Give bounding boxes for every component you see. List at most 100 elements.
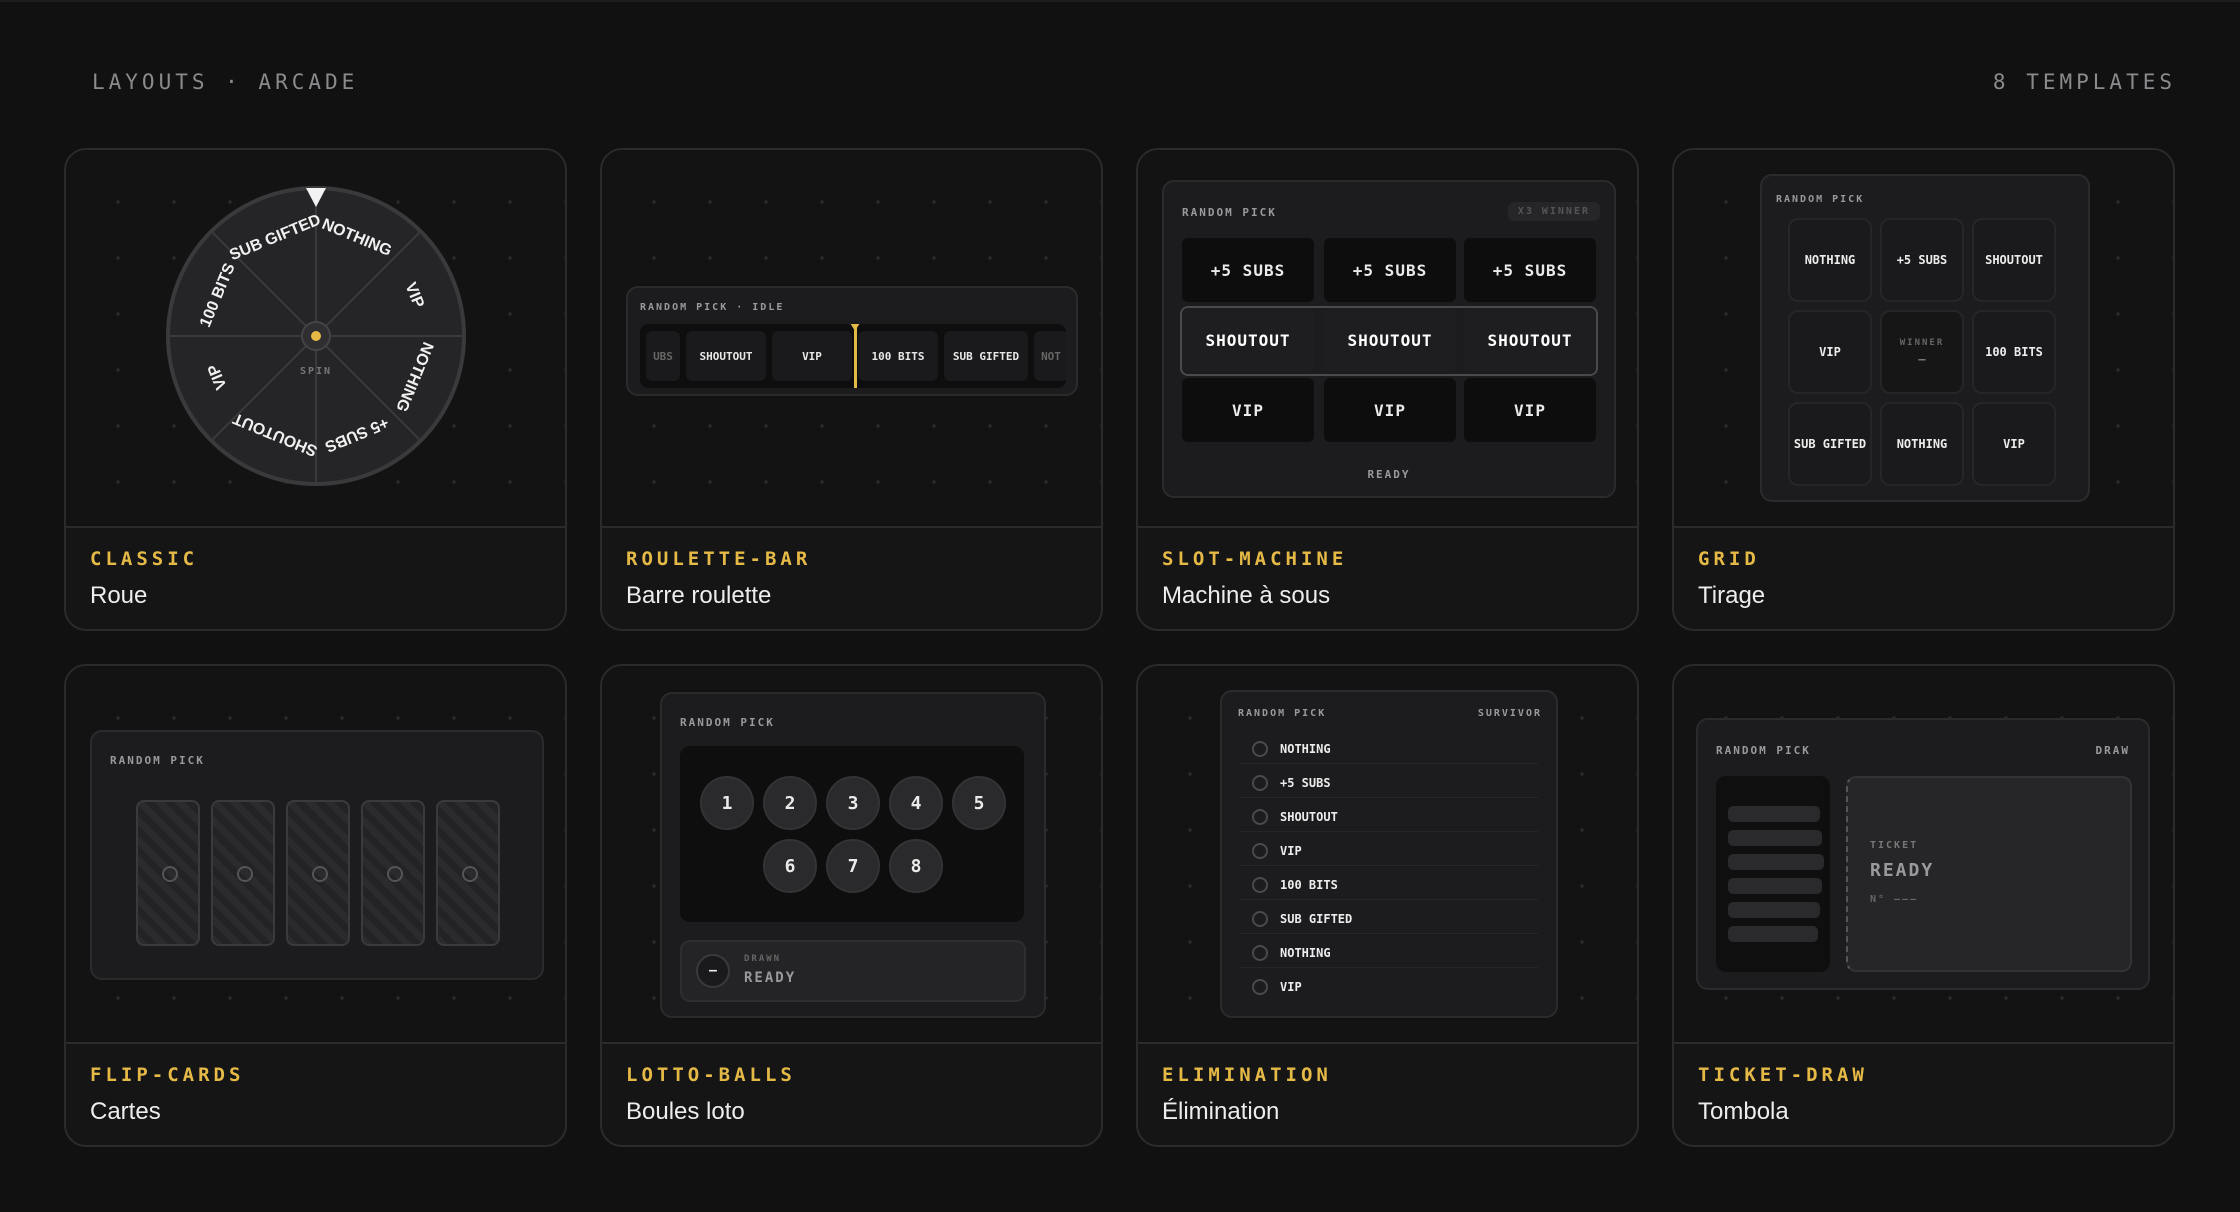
wheel-svg: NOTHINGVIPNOTHING+5 SUBSSHOUTOUTVIP100 B…	[166, 186, 466, 486]
elimination-row: NOTHING	[1240, 734, 1538, 764]
elimination-row: SUB GIFTED	[1240, 904, 1538, 934]
circle-icon	[1252, 979, 1268, 995]
elimination-label: RANDOM PICK	[1238, 708, 1327, 719]
elimination-item: VIP	[1280, 843, 1302, 858]
drawn-label: DRAWN	[744, 954, 782, 964]
circle-icon	[312, 866, 328, 882]
elimination-row: SHOUTOUT	[1240, 802, 1538, 832]
grid-cell: +5 SUBS	[1880, 218, 1964, 302]
elimination-item: VIP	[1280, 980, 1302, 994]
ticket-panel: RANDOM PICK DRAW TICKET READY N° ———	[1696, 718, 2150, 990]
ticket-stub	[1728, 806, 1820, 822]
elimination-panel: RANDOM PICK SURVIVOR NOTHING +5 SUBS SHO…	[1220, 690, 1558, 1018]
ticket-label: RANDOM PICK	[1716, 744, 1811, 757]
grid-cell: SHOUTOUT	[1972, 218, 2056, 302]
circle-icon	[1252, 842, 1268, 859]
template-card-lotto-balls[interactable]: RANDOM PICK 1 2 3 4 5 6 7 8 – DRAWN READ…	[600, 664, 1103, 1147]
grid-cell: 100 BITS	[1972, 310, 2056, 394]
roulette-marker	[854, 324, 857, 388]
template-card-classic[interactable]: NOTHING VIP NOTHING +5 SUBS SHOUTOUT VIP 100 B…	[64, 148, 567, 631]
card-tag: SLOT-MACHINE	[1162, 548, 1348, 570]
circle-icon	[1252, 740, 1268, 757]
slot-cell: SHOUTOUT	[1324, 308, 1456, 372]
lotto-ball: 3	[826, 776, 880, 830]
preview-flip: RANDOM PICK	[66, 666, 565, 1044]
roulette-panel: RANDOM PICK · IDLE UBS SHOUTOUT VIP 100 …	[626, 286, 1078, 396]
preview-roulette: RANDOM PICK · IDLE UBS SHOUTOUT VIP 100 …	[602, 150, 1101, 528]
slot-panel: RANDOM PICK X3 WINNER +5 SUBS +5 SUBS +5…	[1162, 180, 1616, 498]
elimination-item: SUB GIFTED	[1280, 911, 1353, 926]
card-tag: TICKET-DRAW	[1698, 1064, 1868, 1086]
card-tag: GRID	[1698, 548, 1760, 570]
card-tag: ROULETTE-BAR	[626, 548, 812, 570]
template-card-elimination[interactable]: RANDOM PICK SURVIVOR NOTHING +5 SUBS SHO…	[1136, 664, 1639, 1147]
grid-cell: VIP	[1788, 310, 1872, 394]
circle-icon	[387, 866, 403, 882]
circle-icon	[1252, 876, 1268, 893]
ticket-number: N° ———	[1870, 894, 1919, 905]
slot-cell: VIP	[1324, 378, 1456, 442]
circle-icon	[1252, 808, 1268, 825]
card-tag: CLASSIC	[90, 548, 199, 570]
slot-cell: +5 SUBS	[1324, 238, 1456, 302]
grid-winner-value: —	[1918, 352, 1926, 366]
elimination-item: NOTHING	[1280, 945, 1331, 960]
lotto-ball: 1	[700, 776, 754, 830]
drawn-ball-icon: –	[696, 954, 730, 988]
slot-cell: VIP	[1182, 378, 1314, 442]
template-card-flip-cards[interactable]: RANDOM PICK FLIP-CARDS Cartes	[64, 664, 567, 1147]
grid-cell: NOTHING	[1788, 218, 1872, 302]
elimination-row: VIP	[1240, 836, 1538, 866]
ticket-title: TICKET	[1870, 840, 1919, 851]
template-card-ticket-draw[interactable]: RANDOM PICK DRAW TICKET READY N° ——— TIC…	[1672, 664, 2175, 1147]
grid-cell: NOTHING	[1880, 402, 1964, 486]
lotto-ball: 5	[952, 776, 1006, 830]
slot-status: READY	[1367, 468, 1411, 481]
ticket-stub	[1728, 854, 1824, 870]
card-title: Machine à sous	[1162, 582, 1331, 609]
card-title: Barre roulette	[626, 582, 772, 609]
roulette-marker-icon	[850, 324, 860, 331]
roulette-item: VIP	[772, 331, 852, 381]
lotto-label: RANDOM PICK	[680, 716, 775, 729]
circle-icon	[1252, 910, 1268, 927]
slot-cell: SHOUTOUT	[1464, 308, 1596, 372]
elimination-item: +5 SUBS	[1280, 775, 1331, 790]
card-tag: FLIP-CARDS	[90, 1064, 245, 1086]
grid-cell: SUB GIFTED	[1788, 402, 1872, 486]
ticket-stub	[1728, 926, 1818, 942]
template-card-grid[interactable]: RANDOM PICK NOTHING +5 SUBS SHOUTOUT VIP…	[1672, 148, 2175, 631]
card-title: Tombola	[1698, 1098, 1789, 1125]
roulette-item: 100 BITS	[858, 331, 938, 381]
wheel-center-label: SPIN	[300, 366, 332, 377]
flip-label: RANDOM PICK	[110, 754, 205, 767]
flip-card	[361, 800, 425, 946]
preview-grid: RANDOM PICK NOTHING +5 SUBS SHOUTOUT VIP…	[1674, 150, 2173, 528]
template-card-roulette-bar[interactable]: RANDOM PICK · IDLE UBS SHOUTOUT VIP 100 …	[600, 148, 1103, 631]
lotto-ball: 4	[889, 776, 943, 830]
template-grid: NOTHING VIP NOTHING +5 SUBS SHOUTOUT VIP 100 B…	[64, 148, 2175, 1147]
card-tag: ELIMINATION	[1162, 1064, 1332, 1086]
roulette-track: UBS SHOUTOUT VIP 100 BITS SUB GIFTED NOT	[640, 324, 1066, 388]
card-title: Tirage	[1698, 582, 1766, 609]
preview-slot: RANDOM PICK X3 WINNER +5 SUBS +5 SUBS +5…	[1138, 150, 1637, 528]
ticket-status-label: DRAW	[2095, 744, 2130, 757]
circle-icon	[237, 866, 253, 882]
lotto-drum: 1 2 3 4 5 6 7 8	[680, 746, 1024, 922]
preview-lotto: RANDOM PICK 1 2 3 4 5 6 7 8 – DRAWN READ…	[602, 666, 1101, 1044]
flip-card	[436, 800, 500, 946]
flip-card	[136, 800, 200, 946]
slot-cell: +5 SUBS	[1182, 238, 1314, 302]
roulette-item: SUB GIFTED	[944, 331, 1028, 381]
ticket-stub	[1728, 902, 1820, 918]
preview-wheel: NOTHING VIP NOTHING +5 SUBS SHOUTOUT VIP 100 B…	[66, 150, 565, 528]
circle-icon	[162, 866, 178, 882]
page: LAYOUTS · ARCADE 8 TEMPLATES NOTHING VIP N…	[0, 0, 2240, 1212]
lotto-ball: 7	[826, 839, 880, 893]
grid-winner-label: WINNER	[1899, 338, 1945, 348]
card-title: Cartes	[90, 1098, 161, 1125]
template-card-slot-machine[interactable]: RANDOM PICK X3 WINNER +5 SUBS +5 SUBS +5…	[1136, 148, 1639, 631]
card-title: Élimination	[1162, 1098, 1280, 1125]
lotto-ball: 2	[763, 776, 817, 830]
elimination-status: SURVIVOR	[1477, 708, 1542, 719]
